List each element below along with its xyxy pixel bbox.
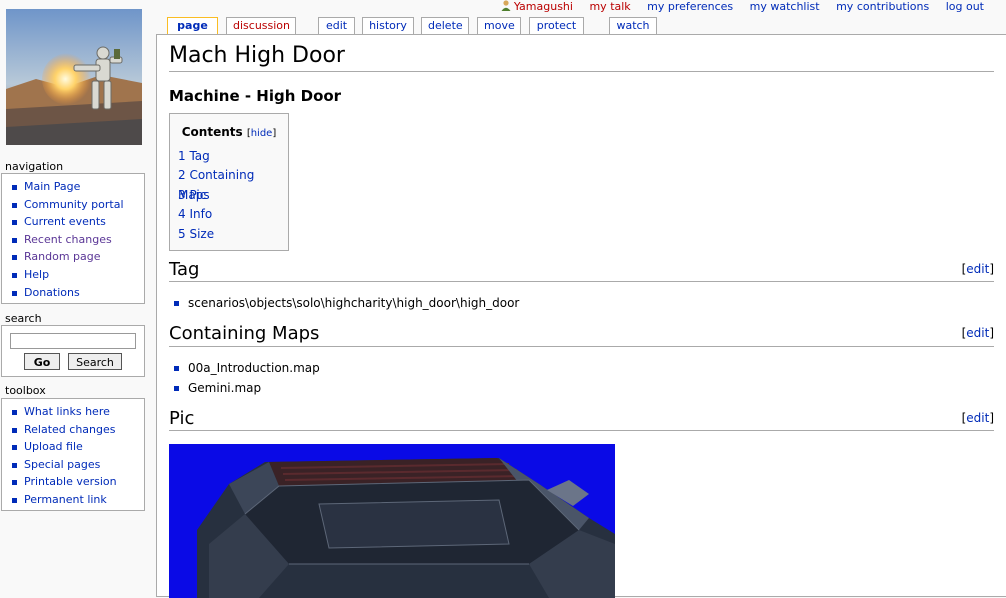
section-heading-containing-maps: Containing Maps [169,323,320,344]
door-picture[interactable] [169,444,615,598]
list-item: scenarios\objects\solo\highcharity\high_… [169,293,519,313]
edit-link[interactable]: edit [966,411,989,425]
section-edit-containing-maps[interactable]: [edit] [962,326,994,340]
toolbox-item-related-changes[interactable]: Related changes [12,421,144,439]
nav-item-recent-changes[interactable]: Recent changes [12,231,144,249]
toc-title: Contents [hide] [170,125,288,139]
page-title: Mach High Door [169,43,345,68]
toolbox-item-what-links-here[interactable]: What links here [12,403,144,421]
nav-item-random-page[interactable]: Random page [12,248,144,266]
tab-move[interactable]: move [477,17,521,34]
tab-watch[interactable]: watch [609,17,657,34]
section-divider [169,430,994,431]
nav-link[interactable]: Help [24,268,49,281]
toc-title-text: Contents [181,125,243,139]
toolbox-link[interactable]: What links here [24,405,110,418]
site-logo[interactable] [6,9,142,145]
toolbox-item-special-pages[interactable]: Special pages [12,456,144,474]
maps-list: 00a_Introduction.map Gemini.map [169,358,320,398]
navigation-heading: navigation [5,160,64,173]
list-item: 00a_Introduction.map [169,358,320,378]
list-item: Gemini.map [169,378,320,398]
nav-item-main-page[interactable]: Main Page [12,178,144,196]
nav-link[interactable]: Random page [24,250,101,263]
tab-page[interactable]: page [167,17,218,35]
search-input[interactable] [10,333,136,349]
tab-discussion[interactable]: discussion [226,17,296,34]
user-icon [501,0,511,11]
toolbox-link[interactable]: Upload file [24,440,83,453]
section-divider [169,281,994,282]
high-door-model-image [169,444,615,598]
my-preferences-link[interactable]: my preferences [647,0,733,13]
edit-link[interactable]: edit [966,262,989,276]
search-button[interactable]: Search [68,353,122,370]
logo-image [6,9,142,145]
toolbox-link[interactable]: Permanent link [24,493,107,506]
go-button[interactable]: Go [24,353,60,370]
toc-link-pic[interactable]: 3 Pic [178,188,206,202]
personal-bar: Yamagushi my talk my preferences my watc… [501,0,984,14]
table-of-contents: Contents [hide] 1 Tag 2 Containing Maps … [169,113,289,251]
toolbox-heading: toolbox [5,384,46,397]
content-area: Mach High Door Machine - High Door Conte… [156,34,1006,598]
my-contributions-link[interactable]: my contributions [836,0,929,13]
nav-item-current-events[interactable]: Current events [12,213,144,231]
section-edit-pic[interactable]: [edit] [962,411,994,425]
nav-link[interactable]: Donations [24,286,80,299]
toolbox-portlet: What links here Related changes Upload f… [1,398,145,511]
toolbox-item-printable-version[interactable]: Printable version [12,473,144,491]
search-heading: search [5,312,42,325]
nav-link[interactable]: Main Page [24,180,80,193]
toc-hide-link[interactable]: hide [251,128,273,139]
toc-item[interactable]: 4 Info [178,205,288,224]
edit-link[interactable]: edit [966,326,989,340]
user-name[interactable]: Yamagushi [514,0,573,13]
title-divider [169,71,994,72]
toolbox-link[interactable]: Printable version [24,475,117,488]
section-heading-pic: Pic [169,408,195,429]
section-heading-tag: Tag [169,259,200,280]
toc-item[interactable]: 1 Tag [178,147,288,166]
nav-link[interactable]: Current events [24,215,106,228]
tag-list: scenarios\objects\solo\highcharity\high_… [169,293,519,313]
navigation-portlet: Main Page Community portal Current event… [1,173,145,304]
nav-link[interactable]: Community portal [24,198,124,211]
nav-item-help[interactable]: Help [12,266,144,284]
my-talk-link[interactable]: my talk [589,0,630,13]
nav-link[interactable]: Recent changes [24,233,112,246]
toc-link-tag[interactable]: 1 Tag [178,149,210,163]
user-link[interactable]: Yamagushi [501,0,577,13]
tab-edit[interactable]: edit [318,17,355,34]
toolbox-link[interactable]: Related changes [24,423,116,436]
toc-link-info[interactable]: 4 Info [178,207,212,221]
section-divider [169,346,994,347]
tab-protect[interactable]: protect [529,17,584,34]
tab-delete[interactable]: delete [421,17,469,34]
toc-hide-toggle[interactable]: [hide] [247,128,276,139]
toolbox-item-permanent-link[interactable]: Permanent link [12,491,144,509]
tab-history[interactable]: history [362,17,414,34]
log-out-link[interactable]: log out [946,0,984,13]
toc-item[interactable]: 5 Size [178,225,288,244]
my-watchlist-link[interactable]: my watchlist [750,0,820,13]
toolbox-item-upload-file[interactable]: Upload file [12,438,144,456]
toc-item[interactable]: 2 Containing Maps [178,166,288,201]
toolbox-link[interactable]: Special pages [24,458,100,471]
nav-item-donations[interactable]: Donations [12,284,144,302]
section-edit-tag[interactable]: [edit] [962,262,994,276]
toc-link-size[interactable]: 5 Size [178,227,214,241]
nav-item-community-portal[interactable]: Community portal [12,196,144,214]
toc-item[interactable]: 3 Pic [178,186,288,205]
page-subtitle: Machine - High Door [169,87,342,105]
